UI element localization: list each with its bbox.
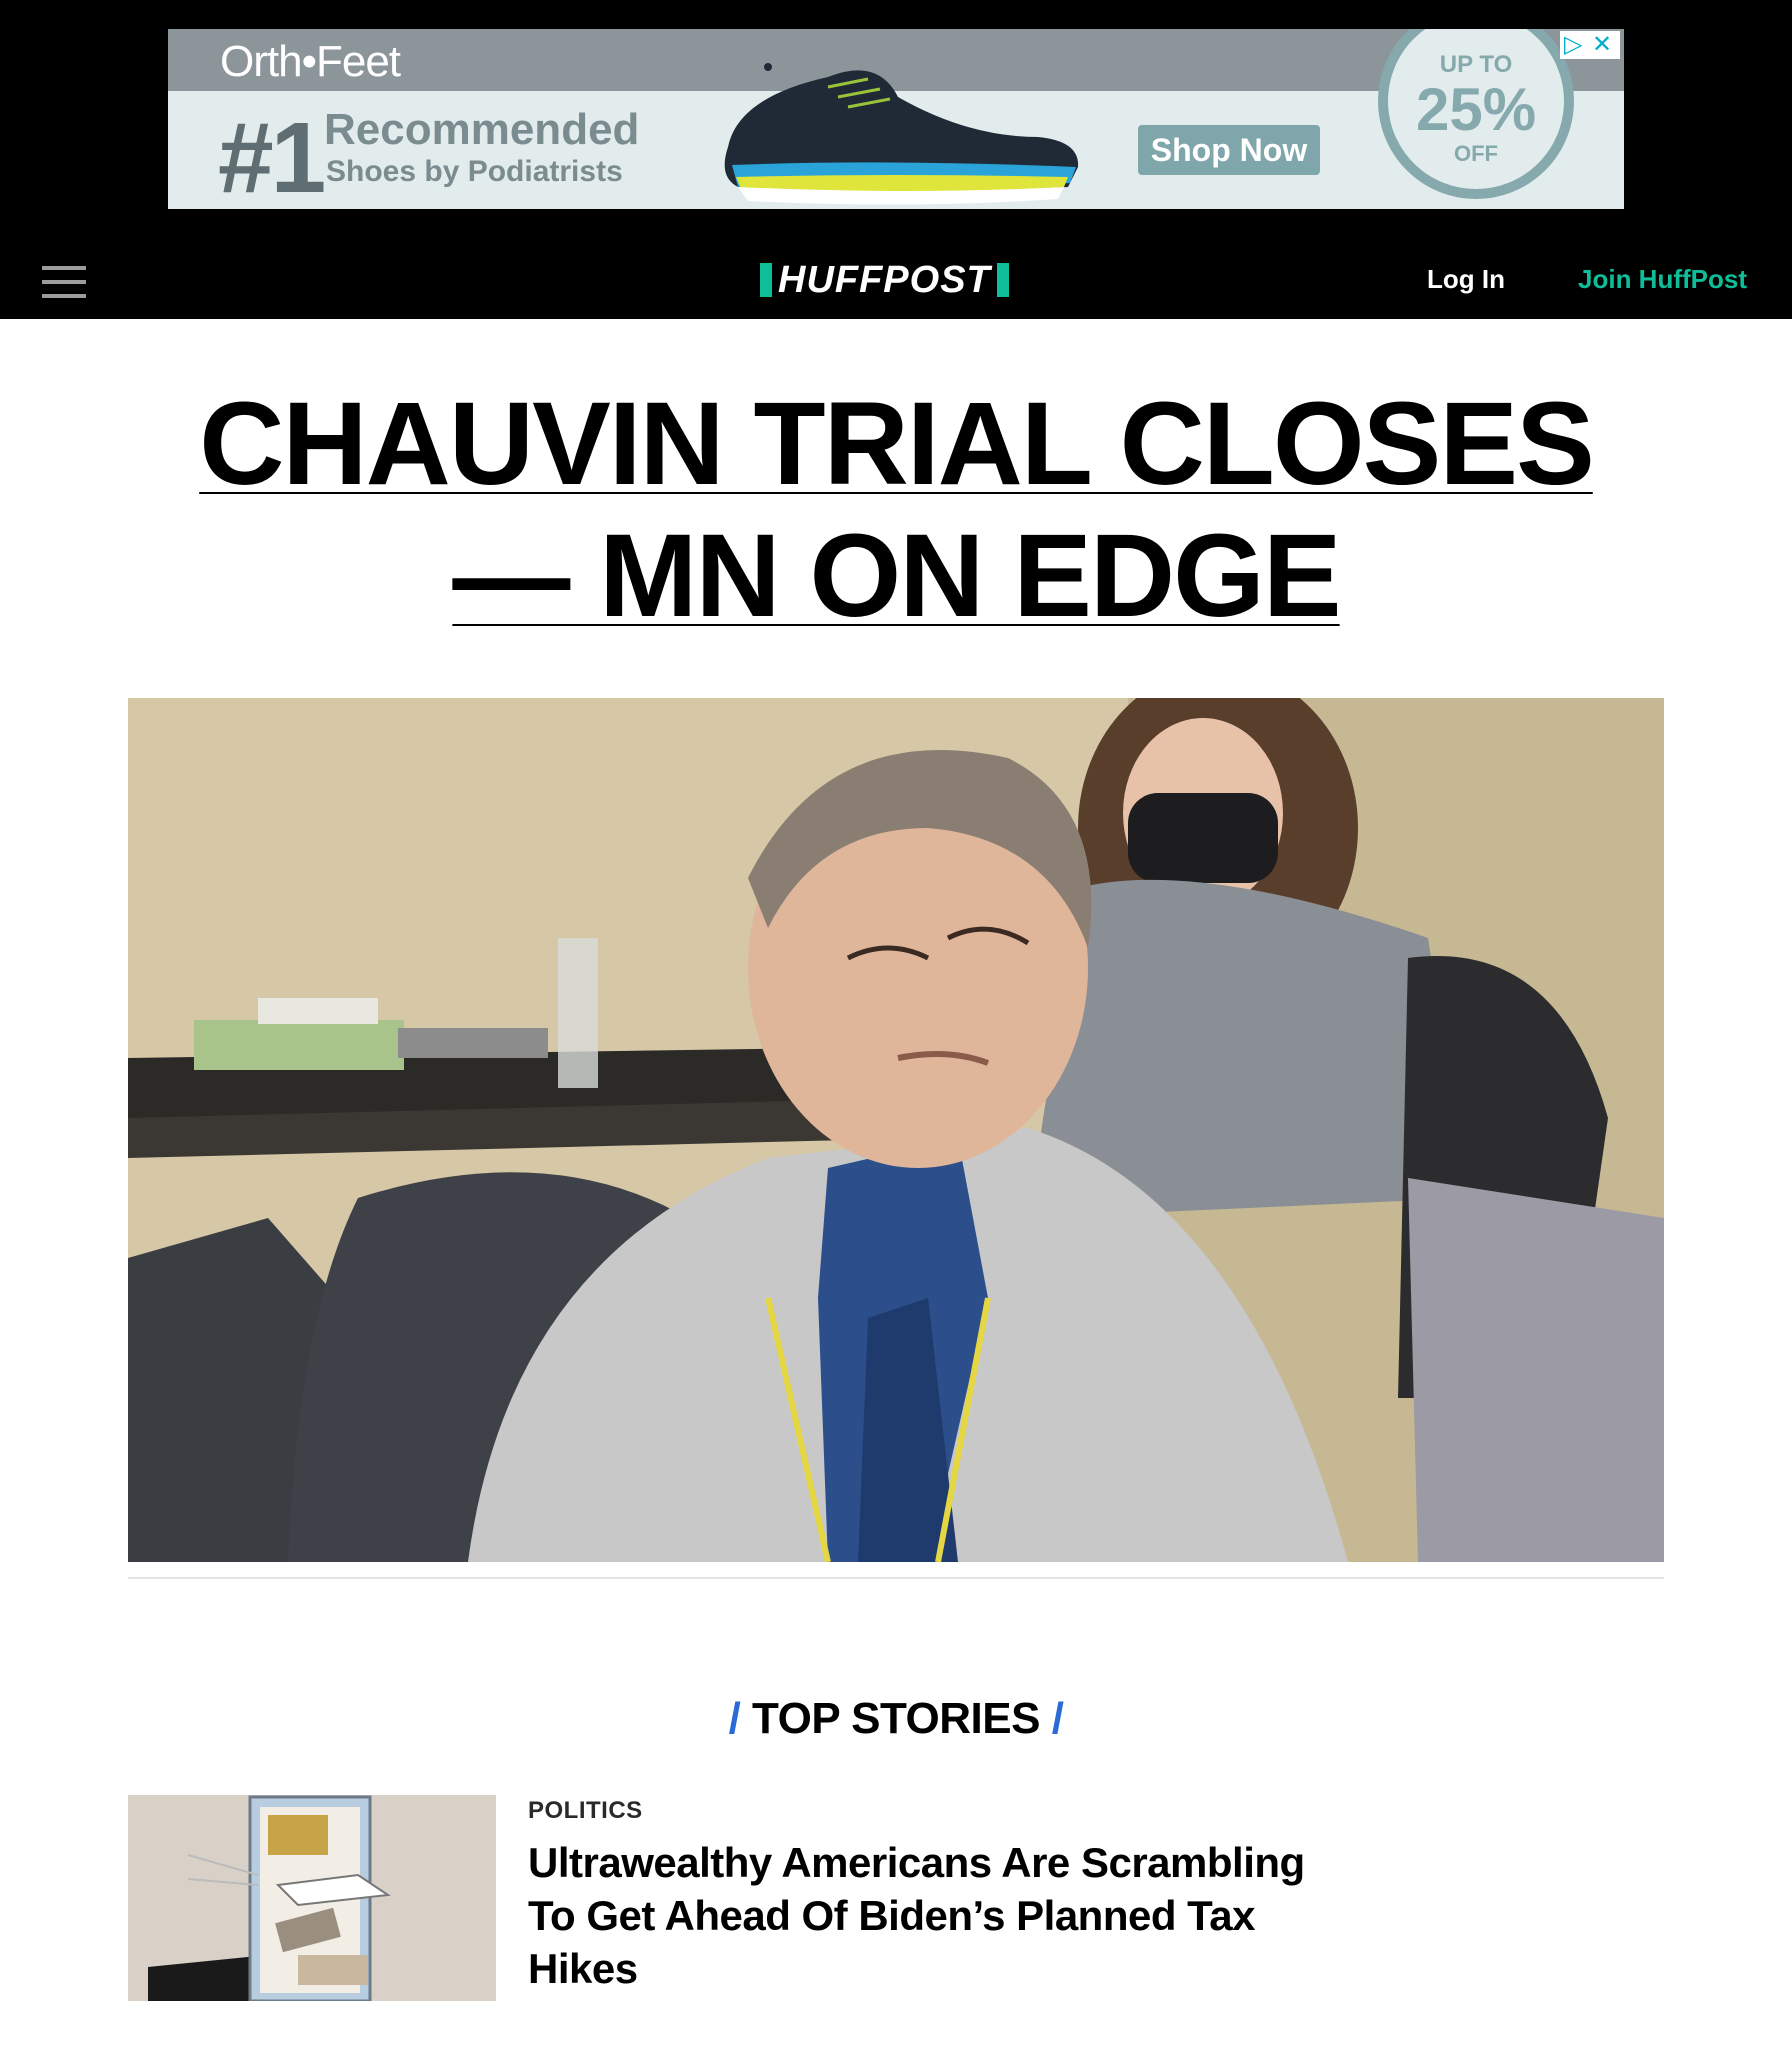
login-link[interactable]: Log In	[1427, 264, 1505, 295]
logo-text: HUFFPOST	[778, 258, 991, 301]
hamburger-menu-icon[interactable]	[42, 266, 86, 298]
join-link[interactable]: Join HuffPost	[1578, 264, 1747, 295]
courtroom-photo	[128, 698, 1664, 1562]
top-stories-heading: / TOP STORIES /	[0, 1694, 1792, 1744]
advertisement-banner[interactable]: Orth•Feet #1 Recommended Shoes by Podiat…	[168, 29, 1624, 209]
headline-line-2[interactable]: — MN ON EDGE	[452, 510, 1341, 642]
slash-decor-right: /	[1051, 1694, 1064, 1743]
ad-subline: Shoes by Podiatrists	[326, 155, 623, 188]
shoe-image	[724, 63, 1079, 205]
ad-headline: Recommended	[324, 105, 640, 154]
top-stories-label: TOP STORIES	[752, 1694, 1040, 1743]
logo-bar-left	[760, 263, 772, 297]
story-category[interactable]: POLITICS	[528, 1797, 643, 1825]
story-title-link[interactable]: Ultrawealthy Americans Are Scrambling To…	[528, 1836, 1328, 1995]
close-icon[interactable]: ✕	[1592, 31, 1612, 59]
ad-badge-bottom: OFF	[1454, 141, 1498, 166]
ad-info-icon[interactable]: ▷	[1564, 31, 1582, 59]
ad-discount-badge: UP TO 25% OFF	[1378, 29, 1574, 199]
ad-rank: #1	[218, 102, 326, 209]
huffpost-logo[interactable]: HUFFPOST	[760, 258, 1009, 301]
ad-badge-value: 25%	[1415, 76, 1537, 143]
ad-brand-logo: Orth•Feet	[220, 37, 401, 86]
hero-image[interactable]	[128, 698, 1664, 1562]
ad-shop-now-button[interactable]: Shop Now	[1138, 125, 1320, 175]
slash-decor-left: /	[728, 1694, 741, 1743]
logo-bar-right	[996, 263, 1009, 297]
ad-choices-icon[interactable]: ▷ ✕	[1560, 31, 1620, 59]
page-headline[interactable]: CHAUVIN TRIAL CLOSES — MN ON EDGE	[100, 378, 1692, 642]
headline-line-1[interactable]: CHAUVIN TRIAL CLOSES	[199, 378, 1595, 510]
story-illustration	[128, 1795, 496, 2001]
section-divider	[128, 1577, 1664, 1579]
story-thumbnail[interactable]	[128, 1795, 496, 2001]
